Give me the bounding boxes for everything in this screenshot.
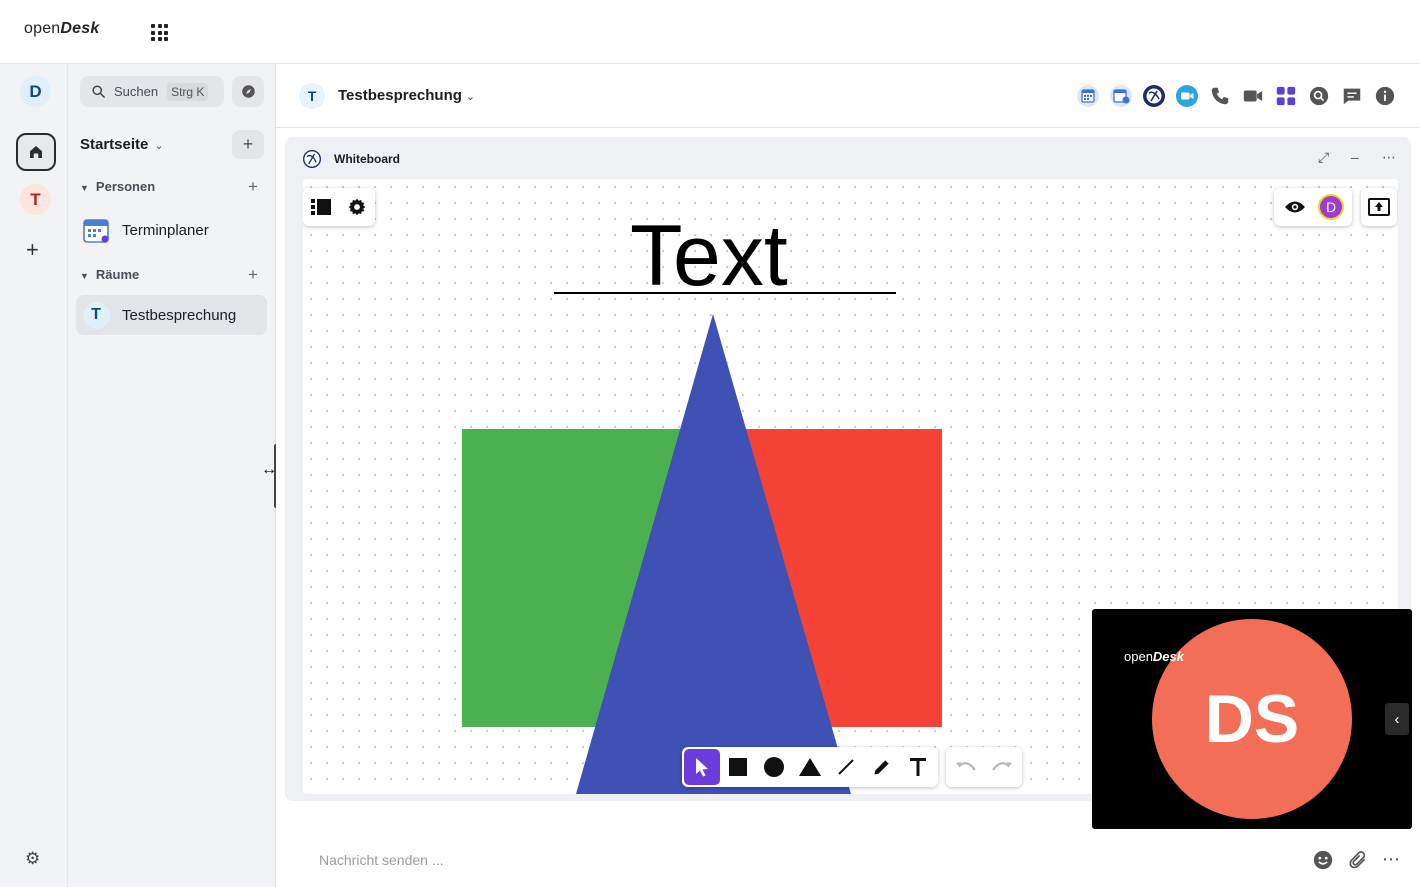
whiteboard-icon bbox=[302, 149, 322, 174]
add-room-icon[interactable]: + bbox=[248, 265, 258, 285]
room-title[interactable]: Testbesprechung ⌄ bbox=[338, 87, 475, 104]
message-composer-input[interactable]: Nachricht senden ... bbox=[319, 852, 444, 868]
space-rail: D T + ⚙ bbox=[0, 64, 68, 887]
pen-tool-icon[interactable] bbox=[864, 749, 900, 785]
undo-icon[interactable] bbox=[948, 749, 984, 785]
search-button[interactable]: Suchen Strg K bbox=[80, 76, 224, 107]
redo-icon[interactable] bbox=[984, 749, 1020, 785]
search-icon bbox=[92, 85, 105, 98]
opendesk-logo: openDesk bbox=[1124, 649, 1184, 664]
add-person-icon[interactable]: + bbox=[248, 177, 258, 197]
widgets-icon[interactable] bbox=[1273, 83, 1298, 108]
calendar-settings-icon[interactable] bbox=[1108, 83, 1133, 108]
ellipse-tool-icon[interactable] bbox=[756, 749, 792, 785]
select-tool-icon[interactable] bbox=[684, 749, 720, 785]
room-header: T Testbesprechung ⌄ bbox=[276, 64, 1420, 128]
chevron-down-icon: ▼ bbox=[80, 271, 89, 281]
whiteboard-text-element[interactable]: Text bbox=[630, 207, 788, 306]
sidebar-item-label: Terminplaner bbox=[122, 221, 209, 239]
room-list-sidebar: Suchen Strg K Startseite ⌄ + ▼ Personen + … bbox=[68, 64, 276, 887]
chevron-down-icon: ⌄ bbox=[465, 91, 476, 103]
sidebar-item-label: Testbesprechung bbox=[122, 306, 237, 324]
history-toolbar bbox=[946, 747, 1022, 787]
sidebar-item-terminplaner[interactable]: Terminplaner bbox=[76, 210, 267, 250]
camera-icon[interactable] bbox=[1240, 83, 1265, 108]
more-options-icon[interactable]: ⋯ bbox=[1382, 849, 1400, 871]
room-avatar[interactable]: T bbox=[299, 83, 325, 109]
drawing-tools-toolbar bbox=[682, 747, 938, 787]
attachment-icon[interactable] bbox=[1348, 849, 1368, 871]
chevron-down-icon: ▼ bbox=[80, 183, 89, 193]
home-icon bbox=[30, 146, 42, 158]
text-tool-icon[interactable] bbox=[900, 749, 936, 785]
search-icon[interactable] bbox=[1306, 83, 1331, 108]
home-button[interactable] bbox=[16, 133, 56, 171]
info-icon[interactable] bbox=[1372, 83, 1397, 108]
settings-gear-icon[interactable] bbox=[339, 189, 375, 225]
minimize-icon[interactable]: – bbox=[1351, 149, 1359, 165]
composer-actions: ⋯ bbox=[1312, 849, 1400, 871]
maximize-icon[interactable]: ⤢ bbox=[1318, 149, 1329, 166]
section-rooms[interactable]: ▼ Räume bbox=[80, 267, 139, 282]
more-options-icon[interactable]: ⋯ bbox=[1382, 149, 1396, 166]
sidebar-item-testbesprechung[interactable]: T Testbesprechung bbox=[76, 295, 267, 335]
calendar-icon bbox=[82, 216, 110, 244]
app-launcher-icon[interactable] bbox=[151, 24, 168, 41]
resize-cursor-icon: ↔ bbox=[261, 461, 277, 478]
chevron-left-icon[interactable]: ‹ bbox=[1385, 703, 1409, 735]
room-avatar: T bbox=[82, 301, 110, 329]
opendesk-logo[interactable]: openDesk bbox=[24, 20, 99, 38]
space-avatar[interactable]: T bbox=[20, 184, 51, 215]
whiteboard-menu-toolbar bbox=[303, 188, 375, 226]
widget-title: Whiteboard bbox=[334, 152, 400, 166]
settings-gear-icon[interactable]: ⚙ bbox=[25, 849, 40, 869]
add-button[interactable]: + bbox=[232, 130, 264, 159]
emoji-icon[interactable] bbox=[1312, 849, 1334, 871]
compass-icon bbox=[241, 85, 255, 98]
export-button[interactable] bbox=[1361, 188, 1397, 226]
video-conference-icon[interactable] bbox=[1174, 83, 1199, 108]
search-shortcut: Strg K bbox=[167, 82, 209, 101]
triangle-tool-icon[interactable] bbox=[792, 749, 828, 785]
eye-icon[interactable] bbox=[1277, 189, 1313, 225]
top-bar: openDesk bbox=[0, 0, 1420, 64]
chevron-down-icon: ⌄ bbox=[154, 140, 164, 152]
phone-icon[interactable] bbox=[1207, 83, 1232, 108]
whiteboard-icon[interactable] bbox=[1141, 83, 1166, 108]
threads-icon[interactable] bbox=[1339, 83, 1364, 108]
search-label: Suchen bbox=[114, 84, 159, 99]
slides-icon[interactable] bbox=[303, 189, 339, 225]
line-tool-icon[interactable] bbox=[828, 749, 864, 785]
collaborators-bar: D bbox=[1274, 188, 1352, 226]
section-people[interactable]: ▼ Personen bbox=[80, 179, 155, 194]
explore-rooms-button[interactable] bbox=[232, 76, 264, 107]
collaborator-avatar[interactable]: D bbox=[1313, 189, 1349, 225]
video-call-pip[interactable]: DS openDesk ‹ bbox=[1092, 609, 1412, 829]
rectangle-tool-icon[interactable] bbox=[720, 749, 756, 785]
home-title[interactable]: Startseite ⌄ bbox=[80, 136, 164, 153]
calendar-icon[interactable] bbox=[1075, 83, 1100, 108]
user-avatar[interactable]: D bbox=[20, 76, 51, 107]
add-space-icon[interactable]: + bbox=[26, 237, 39, 263]
room-header-actions bbox=[1075, 83, 1397, 108]
export-icon bbox=[1361, 189, 1397, 225]
